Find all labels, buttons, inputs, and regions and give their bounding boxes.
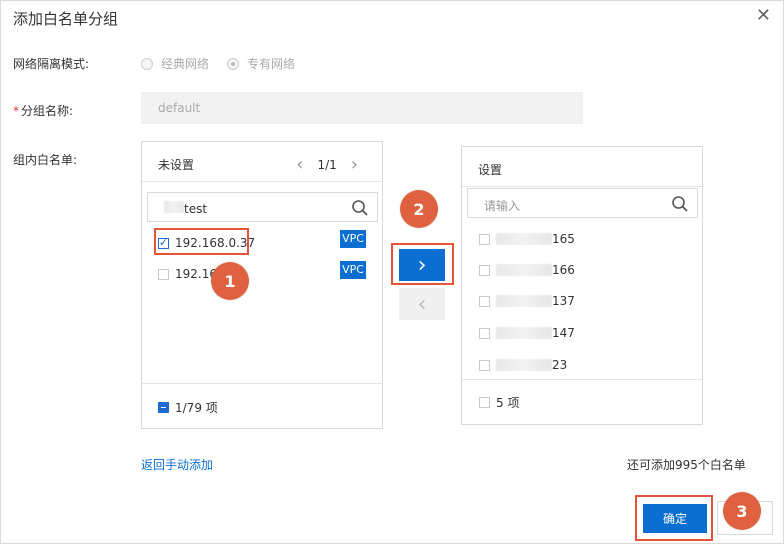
pager: ‹ 1/1 ›	[296, 154, 358, 175]
search-value: test	[164, 201, 207, 216]
unassigned-panel: 未设置 ‹ 1/1 › test ✓ 192.168.0.37 VPC 192.…	[141, 141, 383, 429]
search-placeholder: 请输入	[484, 199, 521, 213]
panel-footer: 1/79 项	[142, 383, 382, 428]
panel-header: 未设置 ‹ 1/1 ›	[142, 142, 382, 182]
step-badge: 2	[400, 190, 438, 228]
select-all[interactable]: 5 项	[479, 394, 519, 410]
highlight-box	[154, 228, 249, 255]
masked-text	[496, 359, 552, 371]
add-whitelist-group-dialog: 添加白名单分组 ✕ 网络隔离模式: 经典网络 专有网络 * 分组名称: defau…	[0, 0, 784, 544]
item-ip-suffix: 137	[552, 294, 575, 308]
masked-text	[496, 264, 552, 276]
list-item[interactable]: 147	[479, 325, 575, 341]
panel-title: 设置	[478, 163, 503, 177]
radio-circle-icon	[141, 57, 153, 70]
right-search-input[interactable]: 请输入	[467, 188, 698, 218]
checkbox-icon[interactable]	[479, 264, 490, 276]
highlight-box	[391, 243, 454, 285]
search-icon[interactable]	[351, 199, 369, 217]
footer-count: 1/79 项	[175, 400, 218, 415]
radio-label: 专有网络	[247, 57, 296, 71]
checkbox-icon[interactable]	[158, 268, 169, 280]
checkbox-icon[interactable]	[479, 396, 490, 408]
list-item[interactable]: 166	[479, 262, 575, 278]
list-item[interactable]: 165	[479, 231, 575, 247]
radio-vpc-network[interactable]: 专有网络	[227, 55, 295, 72]
pager-next-icon[interactable]: ›	[351, 154, 358, 175]
search-icon[interactable]	[671, 195, 689, 213]
masked-text	[496, 327, 552, 339]
chevron-left-icon: ‹	[417, 291, 427, 317]
masked-text	[164, 201, 184, 213]
panel-footer: 5 项	[462, 379, 702, 424]
checkbox-icon[interactable]	[479, 295, 490, 307]
radio-circle-selected-icon	[227, 57, 239, 70]
whitelist-label: 组内白名单:	[13, 153, 78, 167]
panel-header: 设置	[462, 147, 702, 187]
masked-text	[496, 233, 552, 245]
item-ip-suffix: 165	[552, 232, 575, 246]
checkbox-icon[interactable]	[479, 327, 490, 339]
footer-count: 5 项	[496, 395, 520, 410]
masked-text	[496, 295, 552, 307]
radio-classic-network[interactable]: 经典网络	[141, 55, 209, 72]
close-icon[interactable]: ✕	[756, 7, 771, 25]
select-all[interactable]: 1/79 项	[158, 399, 218, 415]
group-name-input: default	[141, 92, 583, 124]
radio-label: 经典网络	[161, 57, 210, 71]
list-item[interactable]: 23	[479, 357, 567, 373]
remaining-count: 还可添加995个白名单	[627, 458, 746, 472]
item-ip-suffix: 147	[552, 326, 575, 340]
dialog-title: 添加白名单分组	[13, 10, 119, 28]
left-search-input[interactable]: test	[147, 192, 378, 222]
step-badge: 3	[723, 492, 761, 530]
assigned-panel: 设置 请输入 165 166 137 147 23 5 项	[461, 146, 703, 425]
item-ip-suffix: 166	[552, 263, 575, 277]
item-ip-suffix: 23	[552, 358, 568, 372]
required-mark: *	[13, 104, 19, 118]
network-mode-label: 网络隔离模式:	[13, 57, 90, 71]
checkbox-icon[interactable]	[479, 359, 490, 371]
vpc-tag: VPC	[340, 230, 366, 248]
checkbox-indeterminate-icon[interactable]	[158, 401, 169, 413]
group-name-label: * 分组名称:	[13, 102, 73, 119]
pager-prev-icon[interactable]: ‹	[296, 154, 303, 175]
checkbox-icon[interactable]	[479, 233, 490, 245]
page-indicator: 1/1	[317, 157, 337, 172]
panel-title: 未设置	[158, 158, 195, 172]
highlight-box	[635, 495, 713, 541]
vpc-tag: VPC	[340, 261, 366, 279]
list-item[interactable]: 137	[479, 293, 575, 309]
back-to-manual-link[interactable]: 返回手动添加	[141, 456, 213, 473]
group-name-label-text: 分组名称:	[21, 104, 74, 118]
step-badge: 1	[211, 262, 249, 300]
move-left-button[interactable]: ‹	[399, 288, 445, 320]
